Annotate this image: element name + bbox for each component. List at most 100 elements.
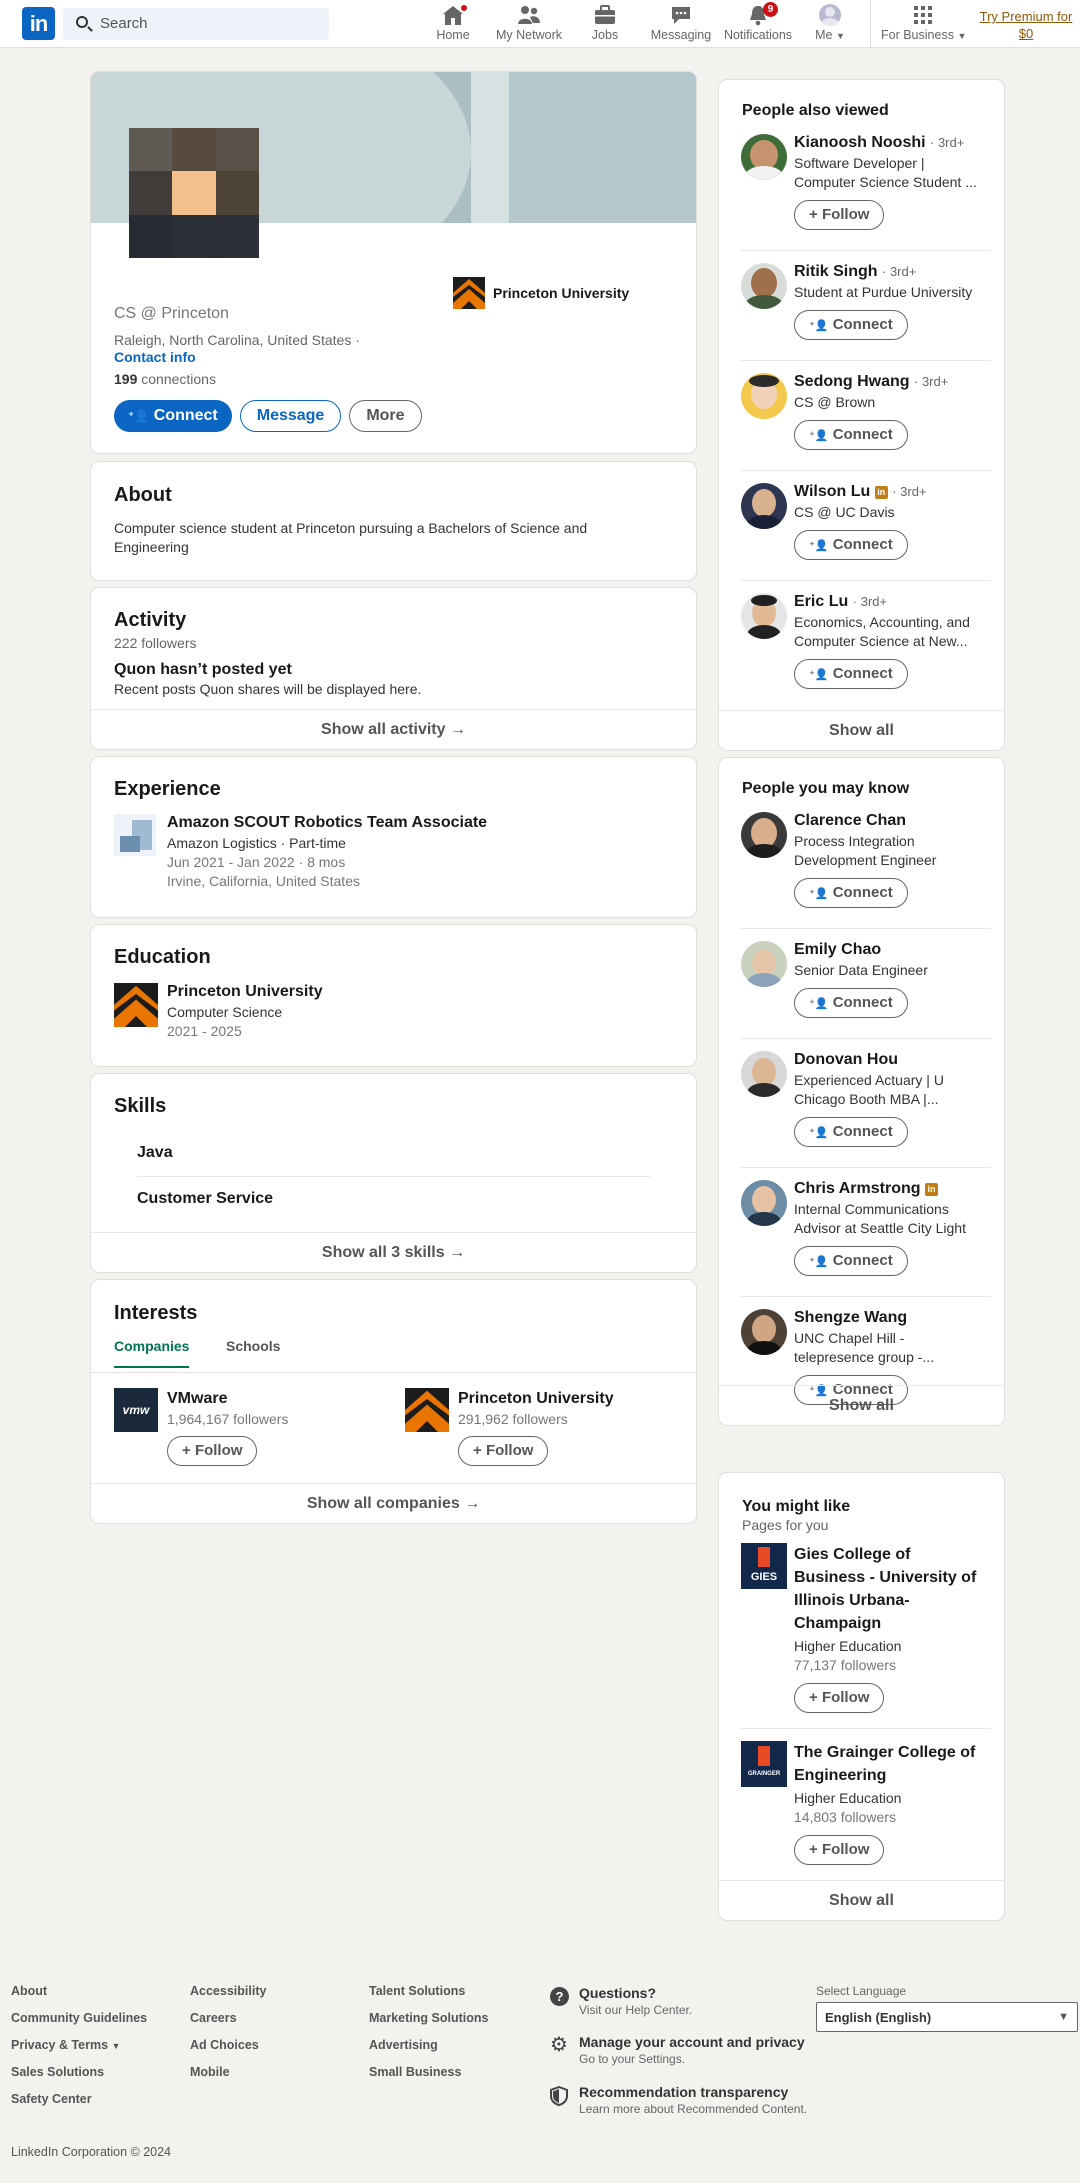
plus-icon: + <box>809 1841 818 1858</box>
connections-count[interactable]: 199 connections <box>114 371 216 387</box>
footer-link-ad-choices[interactable]: Ad Choices <box>190 2038 259 2052</box>
person-name-row[interactable]: Kianoosh Nooshi · 3rd+ <box>794 134 984 152</box>
footer-link-safety-center[interactable]: Safety Center <box>11 2092 92 2106</box>
person-name-row[interactable]: Ritik Singh · 3rd+ <box>794 263 984 281</box>
avatar[interactable] <box>741 263 787 309</box>
avatar[interactable] <box>741 134 787 180</box>
help-title: Manage your account and privacy <box>579 2034 805 2050</box>
connection-degree: · 3rd+ <box>930 135 965 150</box>
footer-link-mobile[interactable]: Mobile <box>190 2065 230 2079</box>
more-button[interactable]: More <box>349 400 422 432</box>
follow-button[interactable]: + Follow <box>458 1436 549 1466</box>
skill-item[interactable]: Java <box>137 1144 173 1162</box>
nav-notifications[interactable]: 9 Notifications <box>720 2 796 42</box>
grainger-logo[interactable]: GRAINGER <box>741 1741 787 1787</box>
list-separator <box>741 1728 991 1729</box>
page-name[interactable]: Gies College of Business - University of… <box>794 1543 984 1635</box>
list-separator <box>741 360 991 361</box>
experience-role[interactable]: Amazon SCOUT Robotics Team Associate <box>167 814 487 832</box>
interest-name[interactable]: Princeton University <box>458 1390 614 1408</box>
nav-jobs[interactable]: Jobs <box>590 4 620 42</box>
footer-link-careers[interactable]: Careers <box>190 2011 237 2025</box>
follow-button[interactable]: + Follow <box>167 1436 258 1466</box>
message-button[interactable]: Message <box>239 400 342 432</box>
plus-icon: + <box>809 1689 818 1706</box>
footer-link-marketing-solutions[interactable]: Marketing Solutions <box>369 2011 488 2025</box>
activity-empty-text: Recent posts Quon shares will be display… <box>114 681 422 697</box>
nav-me[interactable]: Me ▼ <box>812 4 848 42</box>
person-name[interactable]: Emily Chao <box>794 941 984 959</box>
person-headline: CS @ UC Davis <box>794 504 895 520</box>
connect-button[interactable]: ⁺👤 Connect <box>114 400 232 432</box>
footer-link-accessibility[interactable]: Accessibility <box>190 1984 266 1998</box>
person-name-row[interactable]: Eric Lu · 3rd+ <box>794 593 984 611</box>
show-all-pages-link[interactable]: Show all <box>719 1880 1004 1920</box>
connect-button[interactable]: ⁺👤 Connect <box>794 1246 908 1276</box>
footer-link-talent-solutions[interactable]: Talent Solutions <box>369 1984 465 1998</box>
person-name[interactable]: Shengze Wang <box>794 1309 984 1327</box>
nav-my-network[interactable]: My Network <box>494 4 564 42</box>
page-category: Higher Education <box>794 1790 902 1806</box>
footer-link-community-guidelines[interactable]: Community Guidelines <box>11 2011 147 2025</box>
premium-icon: in <box>924 1183 938 1196</box>
follow-label: Follow <box>485 1442 534 1459</box>
footer-link-advertising[interactable]: Advertising <box>369 2038 438 2052</box>
language-select[interactable]: English (English) ▼ <box>816 2002 1078 2032</box>
linkedin-logo[interactable]: in <box>22 7 55 40</box>
try-premium-link[interactable]: Try Premium for $0 <box>976 8 1076 42</box>
connect-button[interactable]: ⁺👤 Connect <box>794 659 908 689</box>
connect-button[interactable]: ⁺👤 Connect <box>794 878 908 908</box>
interest-name[interactable]: VMware <box>167 1390 227 1408</box>
footer-link-sales-solutions[interactable]: Sales Solutions <box>11 2065 104 2079</box>
education-card: Education Princeton University Computer … <box>91 925 696 1066</box>
search-input[interactable]: Search <box>63 8 329 40</box>
follow-button[interactable]: + Follow <box>794 200 885 230</box>
search-placeholder: Search <box>100 15 148 32</box>
person-name-row[interactable]: Wilson Lu in · 3rd+ <box>794 483 984 501</box>
footer-link-privacy-terms[interactable]: Privacy & Terms ▼ <box>11 2038 120 2052</box>
contact-info-link[interactable]: Contact info <box>114 349 196 365</box>
education-school[interactable]: Princeton University <box>167 983 323 1001</box>
follow-button[interactable]: + Follow <box>794 1683 885 1713</box>
show-all-companies-link[interactable]: Show all companies → <box>91 1483 696 1523</box>
footer-link-small-business[interactable]: Small Business <box>369 2065 461 2079</box>
experience-company: Amazon Logistics · Part-time <box>167 835 346 851</box>
follow-button[interactable]: + Follow <box>794 1835 885 1865</box>
show-all-activity-link[interactable]: Show all activity → <box>91 709 696 749</box>
connect-label: Connect <box>832 1252 893 1269</box>
tab-schools[interactable]: Schools <box>226 1338 280 1354</box>
connect-button[interactable]: ⁺👤 Connect <box>794 1117 908 1147</box>
nav-for-business[interactable]: For Business ▼ <box>881 4 966 42</box>
school-badge-label: Princeton University <box>493 285 630 301</box>
add-person-icon: ⁺👤 <box>809 320 829 332</box>
person-name[interactable]: Clarence Chan <box>794 812 984 830</box>
show-all-skills-link[interactable]: Show all 3 skills → <box>91 1232 696 1272</box>
person-name[interactable]: Donovan Hou <box>794 1051 984 1069</box>
show-all-may-know-link[interactable]: Show all <box>719 1385 1004 1425</box>
page-name[interactable]: The Grainger College of Engineering <box>794 1741 984 1787</box>
avatar[interactable] <box>741 941 787 987</box>
connect-button[interactable]: ⁺👤 Connect <box>794 530 908 560</box>
avatar[interactable] <box>741 593 787 639</box>
avatar[interactable] <box>741 483 787 529</box>
footer-link-about[interactable]: About <box>11 1984 47 1998</box>
connect-button[interactable]: ⁺👤 Connect <box>794 988 908 1018</box>
tab-companies[interactable]: Companies <box>114 1338 190 1368</box>
nav-home[interactable]: Home <box>432 3 474 42</box>
avatar[interactable] <box>741 373 787 419</box>
person-name-row[interactable]: Sedong Hwang · 3rd+ <box>794 373 984 391</box>
avatar[interactable] <box>741 812 787 858</box>
avatar[interactable] <box>741 1309 787 1355</box>
gies-logo[interactable]: GIES <box>741 1543 787 1589</box>
people-also-viewed-title: People also viewed <box>742 102 889 119</box>
school-badge[interactable]: Princeton University <box>453 277 629 309</box>
show-all-also-viewed-link[interactable]: Show all <box>719 710 1004 750</box>
avatar[interactable] <box>741 1051 787 1097</box>
skill-item[interactable]: Customer Service <box>137 1190 273 1208</box>
person-name-row[interactable]: Chris Armstrong in <box>794 1180 984 1198</box>
home-icon <box>441 3 469 26</box>
avatar[interactable] <box>741 1180 787 1226</box>
nav-messaging[interactable]: Messaging <box>650 4 712 42</box>
connect-button[interactable]: ⁺👤 Connect <box>794 310 908 340</box>
connect-button[interactable]: ⁺👤 Connect <box>794 420 908 450</box>
